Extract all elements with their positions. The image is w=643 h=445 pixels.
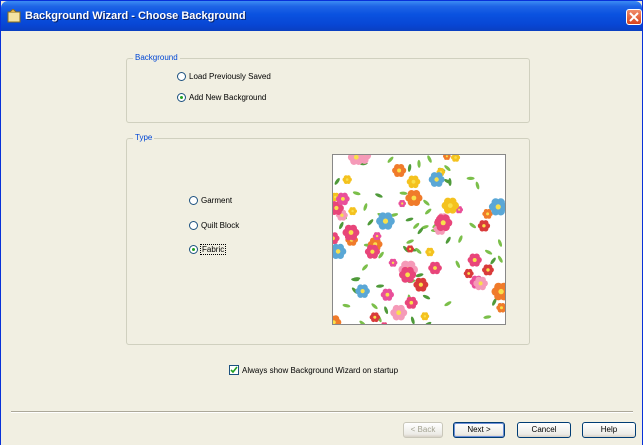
- check-mark-icon: [230, 366, 238, 374]
- type-group-legend: Type: [133, 133, 155, 142]
- close-button[interactable]: [626, 9, 642, 25]
- radio-fabric-label: Fabric: [199, 244, 227, 255]
- radio-quilt-block-control[interactable]: [189, 221, 198, 230]
- floral-fabric-icon: [333, 155, 505, 324]
- button-separator: [11, 411, 633, 413]
- dialog-content: Background Load Previously Saved Add New…: [1, 31, 642, 445]
- radio-load-previously-saved-control[interactable]: [177, 72, 186, 81]
- help-button[interactable]: Help: [582, 422, 636, 438]
- radio-add-new-background-label: Add New Background: [189, 93, 267, 102]
- close-icon: [629, 12, 639, 22]
- cancel-button[interactable]: Cancel: [517, 422, 571, 438]
- back-button[interactable]: < Back: [403, 422, 443, 438]
- always-show-wizard-label: Always show Background Wizard on startup: [242, 365, 399, 375]
- radio-quilt-block[interactable]: Quilt Block: [189, 221, 239, 230]
- title-bar[interactable]: Background Wizard - Choose Background: [1, 1, 642, 31]
- app-icon: [7, 8, 21, 23]
- background-group-legend: Background: [133, 53, 180, 62]
- radio-garment-control[interactable]: [189, 196, 198, 205]
- radio-fabric[interactable]: Fabric: [189, 244, 227, 255]
- always-show-wizard-checkbox-control[interactable]: [229, 365, 239, 375]
- radio-fabric-control[interactable]: [189, 245, 198, 254]
- next-button[interactable]: Next >: [453, 422, 505, 438]
- radio-add-new-background[interactable]: Add New Background: [177, 93, 266, 102]
- radio-garment-label: Garment: [201, 196, 233, 205]
- radio-garment[interactable]: Garment: [189, 196, 232, 205]
- window-title: Background Wizard - Choose Background: [25, 10, 246, 22]
- radio-load-previously-saved-label: Load Previously Saved: [189, 72, 271, 81]
- fabric-preview-image: [332, 154, 506, 325]
- radio-quilt-block-label: Quilt Block: [201, 221, 240, 230]
- radio-add-new-background-control[interactable]: [177, 93, 186, 102]
- always-show-wizard-checkbox[interactable]: Always show Background Wizard on startup: [229, 365, 398, 375]
- radio-load-previously-saved[interactable]: Load Previously Saved: [177, 72, 271, 81]
- background-group: Background: [126, 53, 530, 123]
- background-wizard-window: Background Wizard - Choose Background Ba…: [0, 0, 643, 445]
